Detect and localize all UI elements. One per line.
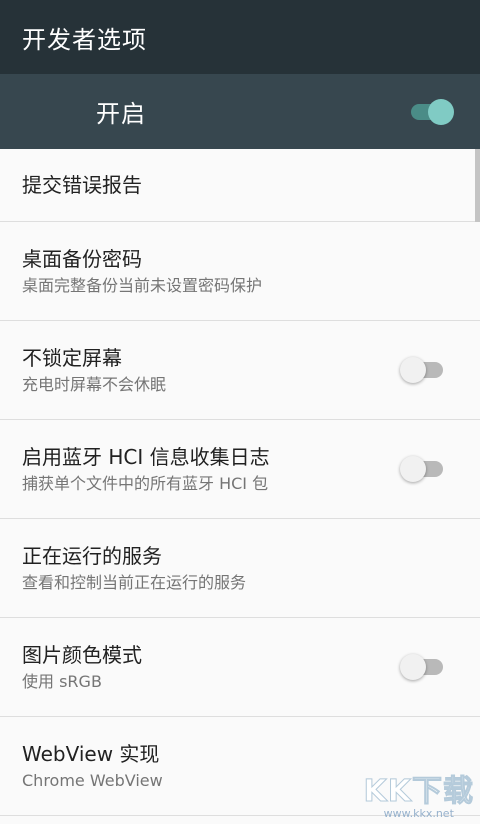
master-switch-bar[interactable]: 开启: [0, 74, 480, 149]
scrollbar[interactable]: [475, 149, 480, 222]
switch-thumb: [400, 654, 426, 680]
setting-title: 提交错误报告: [22, 173, 142, 197]
app-bar: 开发者选项: [0, 0, 480, 74]
setting-backup-password[interactable]: 桌面备份密码 桌面完整备份当前未设置密码保护: [0, 222, 480, 321]
setting-bluetooth-hci-log[interactable]: 启用蓝牙 HCI 信息收集日志 捕获单个文件中的所有蓝牙 HCI 包: [0, 420, 480, 519]
master-switch-label: 开启: [96, 100, 146, 128]
setting-title: 启用蓝牙 HCI 信息收集日志: [22, 444, 270, 469]
setting-picture-color-mode[interactable]: 图片颜色模式 使用 sRGB: [0, 618, 480, 717]
setting-title: 桌面备份密码: [22, 246, 142, 271]
setting-summary: 查看和控制当前正在运行的服务: [22, 572, 247, 592]
setting-summary: Chrome WebView: [22, 770, 163, 790]
setting-title: 不锁定屏幕: [22, 345, 122, 370]
setting-summary: 使用 sRGB: [22, 671, 102, 691]
setting-summary: 充电时屏幕不会休眠: [22, 374, 167, 394]
setting-title: WebView 实现: [22, 741, 160, 766]
color-mode-toggle-switch[interactable]: [400, 652, 446, 682]
switch-thumb: [400, 357, 426, 383]
setting-running-services[interactable]: 正在运行的服务 查看和控制当前正在运行的服务: [0, 519, 480, 618]
switch-thumb: [400, 456, 426, 482]
bluetooth-hci-toggle-switch[interactable]: [400, 454, 446, 484]
settings-list: 提交错误报告 桌面备份密码 桌面完整备份当前未设置密码保护 不锁定屏幕 充电时屏…: [0, 149, 480, 816]
setting-bug-report[interactable]: 提交错误报告: [0, 149, 480, 222]
stay-awake-toggle-switch[interactable]: [400, 355, 446, 385]
master-toggle-switch[interactable]: [408, 97, 454, 127]
setting-title: 正在运行的服务: [22, 543, 162, 568]
setting-stay-awake[interactable]: 不锁定屏幕 充电时屏幕不会休眠: [0, 321, 480, 420]
setting-summary: 桌面完整备份当前未设置密码保护: [22, 275, 263, 295]
setting-webview-implementation[interactable]: WebView 实现 Chrome WebView: [0, 717, 480, 816]
page-title: 开发者选项: [22, 25, 147, 54]
setting-summary: 捕获单个文件中的所有蓝牙 HCI 包: [22, 473, 269, 493]
setting-title: 图片颜色模式: [22, 642, 142, 667]
switch-thumb: [428, 98, 454, 125]
